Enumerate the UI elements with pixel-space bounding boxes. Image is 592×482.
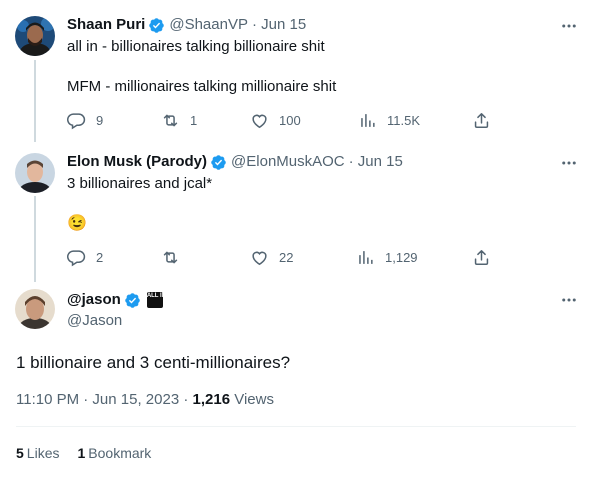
reply-icon — [67, 111, 96, 130]
verified-badge-icon — [148, 17, 165, 34]
author-handle[interactable]: @ShaanVP — [169, 15, 248, 35]
tweet-actions: 2 22 1,129 — [67, 247, 497, 267]
bookmarks-label: Bookmark — [88, 445, 152, 461]
retweet-count: 1 — [190, 112, 198, 128]
verified-badge-icon — [210, 154, 227, 171]
reply-count: 9 — [96, 112, 104, 128]
avatar[interactable] — [15, 289, 55, 329]
views-count: 1,129 — [385, 249, 418, 265]
thread-line-2 — [34, 196, 36, 282]
main-tweet-text: 1 billionaire and 3 centi-millionaires? — [16, 353, 291, 372]
author-name[interactable]: Elon Musk (Parody) — [67, 152, 207, 172]
heart-icon — [250, 248, 279, 267]
tweet-actions: 9 1 100 11.5K — [67, 110, 497, 130]
reply-button[interactable]: 9 — [67, 110, 103, 130]
author-name[interactable]: @jason — [67, 290, 121, 310]
like-count: 100 — [279, 112, 301, 128]
tweet-meta: 11:10 PM · Jun 15, 2023 · 1,216 Views — [16, 390, 274, 410]
verified-badge-icon — [124, 292, 141, 309]
tweet-text-line-1: all in - billionaires talking billionair… — [67, 38, 325, 55]
reply-count: 2 — [96, 249, 104, 265]
bookmarks-count: 1 — [77, 445, 86, 461]
more-options-icon[interactable] — [560, 291, 578, 309]
likes-count: 5 — [16, 445, 24, 461]
avatar[interactable] — [15, 16, 55, 56]
heart-icon — [250, 111, 279, 130]
views-label: Views — [230, 391, 274, 408]
retweet-icon — [161, 248, 190, 267]
more-options-icon[interactable] — [560, 17, 578, 35]
tweet-timestamp[interactable]: 11:10 PM · Jun 15, 2023 · — [16, 391, 193, 408]
retweet-button[interactable]: 1 — [161, 110, 197, 130]
tweet-text-line-2: MFM - millionaires talking millionaire s… — [67, 78, 337, 95]
winking-emoji: 😉 — [67, 215, 87, 232]
likes-label: Likes — [26, 445, 60, 461]
views-button[interactable]: 11.5K — [358, 110, 420, 130]
thread-line-1 — [34, 60, 36, 142]
avatar-shaan-image — [15, 16, 55, 56]
tweet-header: Shaan Puri @ShaanVP · Jun 15 — [67, 15, 306, 35]
all-in-affiliate-badge[interactable]: ALL IN — [146, 292, 166, 308]
like-button[interactable]: 22 — [250, 247, 293, 267]
views-count: 1,216 — [192, 391, 231, 408]
views-button[interactable]: 1,129 — [356, 247, 418, 267]
bookmarks-stat[interactable]: 1 Bookmark — [77, 443, 151, 463]
analytics-icon — [356, 248, 385, 267]
share-button[interactable] — [472, 110, 491, 130]
share-button[interactable] — [472, 247, 491, 267]
divider — [16, 426, 576, 427]
author-handle[interactable]: @ElonMuskAOC — [231, 152, 345, 172]
likes-stat[interactable]: 5 Likes — [16, 443, 59, 463]
avatar-elon-image — [15, 153, 55, 193]
author-name[interactable]: Shaan Puri — [67, 15, 145, 35]
tweet-text-line-1: 3 billionaires and jcal* — [67, 175, 213, 192]
engagement-stats: 5 Likes 1 Bookmark — [16, 443, 169, 463]
reply-icon — [67, 248, 96, 267]
share-icon — [472, 111, 491, 130]
more-options-icon[interactable] — [560, 154, 578, 172]
retweet-icon — [161, 111, 190, 130]
views-count: 11.5K — [387, 112, 421, 128]
tweet-date[interactable]: · Jun 15 — [252, 15, 306, 35]
avatar[interactable] — [15, 153, 55, 193]
retweet-button[interactable] — [161, 247, 190, 267]
analytics-icon — [358, 111, 387, 130]
tweet-header: @jason ALL IN — [67, 290, 166, 310]
avatar-jason-image — [15, 289, 55, 329]
tweet-date[interactable]: · Jun 15 — [349, 152, 403, 172]
like-button[interactable]: 100 — [250, 110, 301, 130]
share-icon — [472, 248, 491, 267]
reply-button[interactable]: 2 — [67, 247, 103, 267]
author-handle[interactable]: @Jason — [67, 311, 122, 331]
like-count: 22 — [279, 249, 294, 265]
tweet-header: Elon Musk (Parody) @ElonMuskAOC · Jun 15 — [67, 152, 403, 172]
